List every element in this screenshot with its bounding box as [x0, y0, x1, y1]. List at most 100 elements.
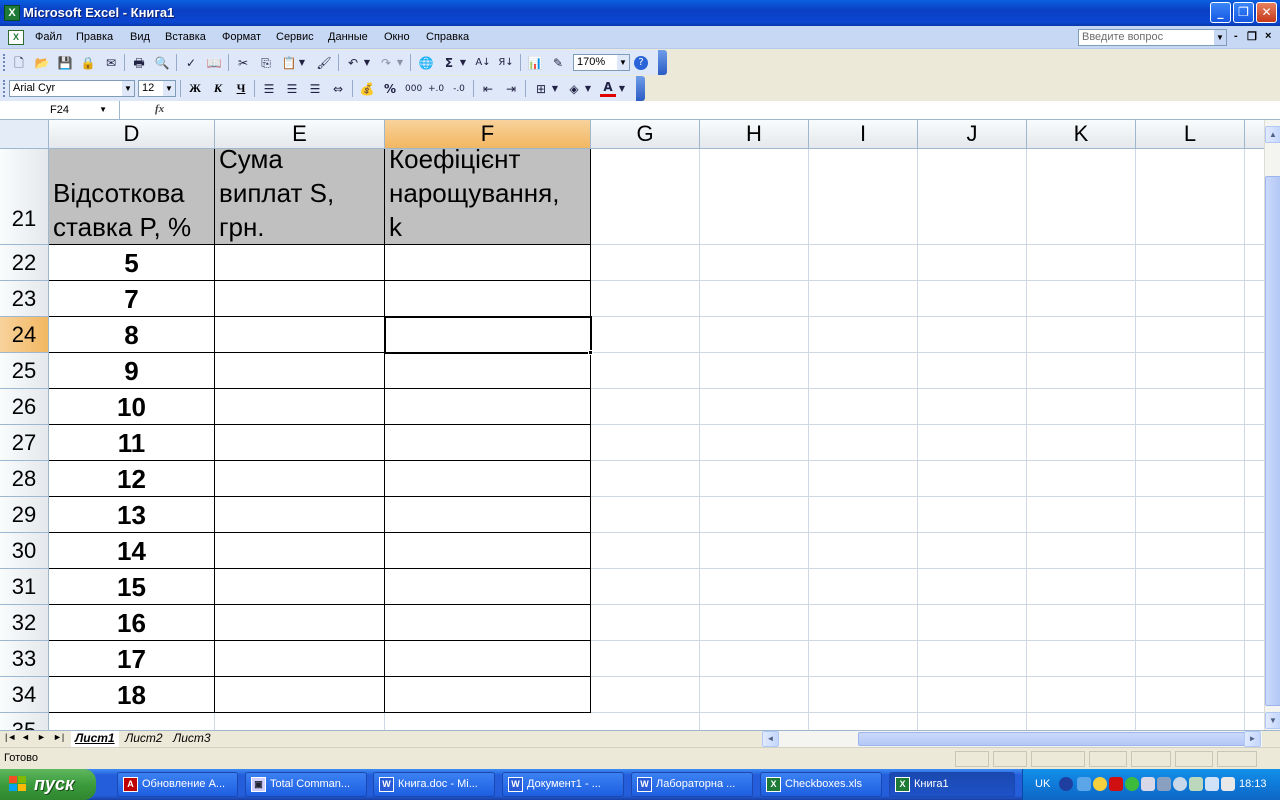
horizontal-scroll-thumb[interactable] — [858, 732, 1248, 746]
font-name-select[interactable]: Arial Cyr ▼ — [9, 80, 135, 97]
clock[interactable]: 18:13 — [1239, 778, 1267, 790]
tray-app-icon[interactable] — [1221, 777, 1235, 791]
cell-f34[interactable] — [385, 677, 591, 713]
doc-minimize-button[interactable]: - — [1234, 30, 1238, 42]
insert-function-icon[interactable]: fx — [155, 103, 164, 115]
menu-window[interactable]: Окно — [384, 31, 410, 43]
scroll-up-icon[interactable]: ▲ — [1265, 126, 1280, 143]
save-icon[interactable]: 💾 — [57, 55, 73, 71]
cell-e22[interactable] — [215, 245, 385, 281]
row-header-28[interactable]: 28 — [0, 461, 49, 497]
cell-d31[interactable]: 15 — [49, 569, 215, 605]
cell-e25[interactable] — [215, 353, 385, 389]
row-header-33[interactable]: 33 — [0, 641, 49, 677]
cell-d28[interactable]: 12 — [49, 461, 215, 497]
row-header-30[interactable]: 30 — [0, 533, 49, 569]
previous-sheet-icon[interactable]: ◄ — [21, 732, 30, 742]
volume-icon[interactable] — [1205, 777, 1219, 791]
start-button[interactable]: пуск — [0, 769, 96, 800]
column-header-l[interactable]: L — [1136, 120, 1245, 149]
battery-icon[interactable] — [1141, 777, 1155, 791]
taskbar-item-checkboxes[interactable]: X Checkboxes.xls — [760, 772, 882, 797]
worksheet-grid[interactable]: D E F G H I J K L 21 22 23 24 25 26 27 2… — [0, 120, 1264, 730]
paste-icon[interactable]: 📋 — [281, 55, 297, 71]
cell-e31[interactable] — [215, 569, 385, 605]
research-icon[interactable]: 📖 — [206, 55, 222, 71]
toolbar-grip[interactable] — [3, 80, 6, 97]
column-header-g[interactable]: G — [591, 120, 700, 149]
doc-close-button[interactable]: × — [1265, 30, 1271, 42]
chevron-down-icon[interactable]: ▼ — [617, 81, 627, 97]
chevron-down-icon[interactable]: ▼ — [1214, 30, 1226, 45]
align-center-icon[interactable]: ☰ — [284, 81, 300, 97]
row-header-21[interactable]: 21 — [0, 149, 49, 245]
formula-input[interactable] — [170, 101, 1280, 120]
taskbar-item-total-commander[interactable]: ▣ Total Comman... — [245, 772, 367, 797]
row-header-27[interactable]: 27 — [0, 425, 49, 461]
cell-e32[interactable] — [215, 605, 385, 641]
column-header-j[interactable]: J — [918, 120, 1027, 149]
decrease-indent-icon[interactable]: ⇤ — [480, 81, 496, 97]
taskbar-item-word-document1[interactable]: W Документ1 - ... — [502, 772, 624, 797]
menu-format[interactable]: Формат — [222, 31, 261, 43]
email-icon[interactable]: ✉ — [103, 55, 119, 71]
column-header-h[interactable]: H — [700, 120, 809, 149]
cell-e28[interactable] — [215, 461, 385, 497]
cell-d25[interactable]: 9 — [49, 353, 215, 389]
font-color-icon[interactable]: A — [600, 81, 616, 97]
font-size-select[interactable]: 12 ▼ — [138, 80, 176, 97]
chevron-down-icon[interactable]: ▼ — [99, 101, 107, 119]
spelling-icon[interactable]: ✓ — [183, 55, 199, 71]
language-indicator[interactable]: UK — [1035, 778, 1050, 790]
name-box[interactable]: F24 ▼ — [0, 101, 120, 120]
cell-f33[interactable] — [385, 641, 591, 677]
column-header-d[interactable]: D — [49, 120, 215, 149]
workbook-icon[interactable]: X — [8, 30, 24, 45]
merge-center-icon[interactable]: ⇔ — [330, 81, 346, 97]
cell-e30[interactable] — [215, 533, 385, 569]
cell-f23[interactable] — [385, 281, 591, 317]
horizontal-scrollbar[interactable]: ◄ ► — [762, 731, 1262, 748]
cell-d33[interactable]: 17 — [49, 641, 215, 677]
sort-ascending-icon[interactable]: A↓ — [475, 55, 491, 71]
fill-handle[interactable] — [588, 350, 593, 355]
row-header-24[interactable]: 24 — [0, 317, 49, 353]
row-header-25[interactable]: 25 — [0, 353, 49, 389]
chevron-down-icon[interactable]: ▼ — [362, 55, 372, 71]
toolbar-grip[interactable] — [3, 54, 6, 71]
chevron-down-icon[interactable]: ▼ — [550, 81, 560, 97]
cell-f32[interactable] — [385, 605, 591, 641]
doc-restore-button[interactable]: ❐ — [1247, 30, 1257, 43]
drawing-icon[interactable]: ✎ — [550, 55, 566, 71]
safely-remove-icon[interactable] — [1189, 777, 1203, 791]
chevron-down-icon[interactable]: ▼ — [163, 81, 175, 96]
help-question-input[interactable]: Введите вопрос ▼ — [1078, 29, 1227, 46]
network-icon[interactable] — [1077, 777, 1091, 791]
vertical-scrollbar[interactable]: ▲ ▼ — [1264, 120, 1280, 730]
row-header-31[interactable]: 31 — [0, 569, 49, 605]
toolbar-options-button[interactable] — [658, 50, 667, 75]
cell-e26[interactable] — [215, 389, 385, 425]
column-header-i[interactable]: I — [809, 120, 918, 149]
menu-insert[interactable]: Вставка — [165, 31, 206, 43]
scroll-down-icon[interactable]: ▼ — [1265, 712, 1280, 729]
cell-d22[interactable]: 5 — [49, 245, 215, 281]
align-left-icon[interactable]: ☰ — [261, 81, 277, 97]
wireless-icon[interactable] — [1173, 777, 1187, 791]
menu-data[interactable]: Данные — [328, 31, 368, 43]
bold-button[interactable]: Ж — [186, 81, 204, 97]
cell-d24[interactable]: 8 — [49, 317, 215, 353]
menu-edit[interactable]: Правка — [76, 31, 113, 43]
percent-button[interactable]: % — [382, 81, 398, 97]
cell-f29[interactable] — [385, 497, 591, 533]
row-header-35[interactable]: 35 — [0, 713, 49, 730]
toolbar-options-button[interactable] — [636, 76, 645, 101]
taskbar-item-word-kniga[interactable]: W Книга.doc - Mi... — [373, 772, 495, 797]
taskbar-item-acrobat[interactable]: A Обновление А... — [117, 772, 238, 797]
cell-d23[interactable]: 7 — [49, 281, 215, 317]
row-header-32[interactable]: 32 — [0, 605, 49, 641]
currency-icon[interactable]: 💰 — [359, 81, 375, 97]
cell-d29[interactable]: 13 — [49, 497, 215, 533]
cell-d34[interactable]: 18 — [49, 677, 215, 713]
copy-icon[interactable]: ⎘ — [258, 55, 274, 71]
